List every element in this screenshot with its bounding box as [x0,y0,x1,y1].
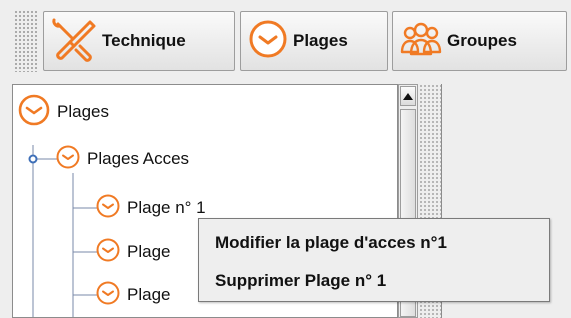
groupes-label: Groupes [447,31,517,50]
plages-label: Plages [293,31,348,50]
tree-node-root[interactable]: Plages [17,94,109,127]
toolbar: Technique Plages Groupes [0,0,571,84]
clock-icon [95,280,121,311]
technique-label: Technique [102,31,186,50]
tree-node-label: Plages [57,102,109,121]
groupes-button[interactable]: Groupes [392,11,567,71]
collapse-handle [28,154,38,164]
clock-icon [55,144,81,175]
tree-node-label: Plage [127,285,171,304]
users-icon [399,18,443,65]
tools-icon [50,16,98,67]
tree-node-plages-acces[interactable]: Plages Acces [55,144,189,174]
plages-button[interactable]: Plages [240,11,388,71]
toolbar-grip[interactable] [14,10,38,72]
tree-node-label: Plage n° 1 [127,198,206,217]
clock-icon [17,93,51,132]
technique-button[interactable]: Technique [43,11,235,71]
arrow-up-icon [403,87,413,105]
tree-node-label: Plages Acces [87,149,190,168]
tree-node-plage-1[interactable]: Plage n° 1 [95,193,206,223]
menu-item-supprimer[interactable]: Supprimer Plage n° 1 [215,271,386,291]
tree-node-plage-3[interactable]: Plage [95,280,170,310]
clock-icon [247,18,289,65]
clock-icon [95,193,121,224]
clock-icon [95,237,121,268]
menu-item-modifier[interactable]: Modifier la plage d'acces n°1 [215,233,447,253]
tree-node-plage-2[interactable]: Plage [95,237,170,267]
context-menu: Modifier la plage d'acces n°1 Supprimer … [198,218,550,302]
tree-node-label: Plage [127,242,171,261]
scroll-up-button[interactable] [400,86,416,106]
